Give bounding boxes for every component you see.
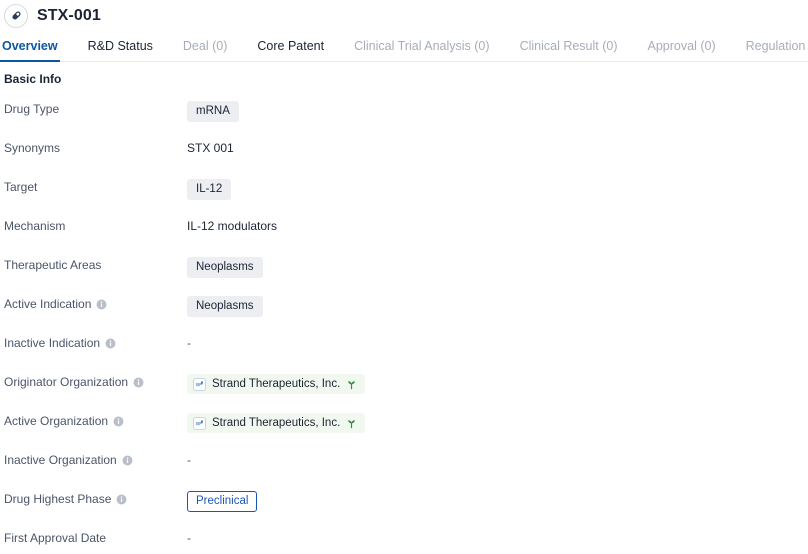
info-row-label: Originator Organization [4,373,187,390]
info-row-value: - [187,334,808,351]
tab-approval[interactable]: Approval (0) [648,39,716,61]
info-row: Mechanism IL-12 modulators [4,217,808,256]
info-row-label-text: Active Indication [4,297,92,311]
info-row-label-text: Inactive Indication [4,336,101,350]
page-header: STX-001 [0,0,808,31]
info-row-label: Inactive Indication [4,334,187,351]
section-title-basic-info: Basic Info [4,72,62,86]
info-row: Therapeutic Areas Neoplasms [4,256,808,295]
info-row-value: mRNA [187,100,808,122]
tab-regulation[interactable]: Regulation (0) [746,39,808,61]
info-row-label: Therapeutic Areas [4,256,187,273]
tab-rd-status[interactable]: R&D Status [88,39,153,61]
tab-deal[interactable]: Deal (0) [183,39,227,61]
info-row-value: - [187,529,808,546]
organization-name: Strand Therapeutics, Inc. [212,417,341,429]
pill-icon [4,3,28,28]
organization-chip[interactable]: Strand Therapeutics, Inc. [187,374,366,394]
info-row: Synonyms STX 001 [4,139,808,178]
value-chip[interactable]: mRNA [187,101,239,122]
tab-clinical-result[interactable]: Clinical Result (0) [520,39,618,61]
info-row-label: First Approval Date [4,529,187,546]
info-row-label: Target [4,178,187,195]
organization-chip[interactable]: Strand Therapeutics, Inc. [187,413,366,433]
drug-phase-badge[interactable]: Preclinical [187,491,258,512]
tab-overview[interactable]: Overview [0,39,60,62]
tab-clinical-trial-analysis[interactable]: Clinical Trial Analysis (0) [354,39,489,61]
info-row-label-text: Active Organization [4,414,109,428]
info-icon[interactable] [116,494,127,505]
info-row: Active Indication Neoplasms [4,295,808,334]
info-row: Active Organization Strand Therapeutics, … [4,412,808,451]
sprout-icon [346,379,357,390]
info-row-label: Mechanism [4,217,187,234]
info-row-label-text: First Approval Date [4,531,107,545]
info-row-value: Strand Therapeutics, Inc. [187,373,808,394]
info-row-label-text: Drug Type [4,102,60,116]
info-row-value: Neoplasms [187,295,808,317]
text-value: STX 001 [187,141,234,155]
page-title: STX-001 [37,6,101,24]
tab-bar: Overview R&D Status Deal (0) Core Patent… [0,31,808,62]
info-row: Target IL-12 [4,178,808,217]
tab-core-patent[interactable]: Core Patent [257,39,324,61]
info-row-label: Synonyms [4,139,187,156]
info-row-value: Neoplasms [187,256,808,278]
info-row: First Approval Date - [4,529,808,554]
value-chip[interactable]: Neoplasms [187,257,263,278]
empty-value: - [187,453,191,467]
empty-value: - [187,531,191,545]
info-row-label: Active Organization [4,412,187,429]
value-chip[interactable]: IL-12 [187,179,232,200]
info-icon[interactable] [122,455,133,466]
info-row-value: IL-12 [187,178,808,200]
info-row-label-text: Drug Highest Phase [4,492,112,506]
empty-value: - [187,336,191,350]
info-icon[interactable] [113,416,124,427]
info-icon[interactable] [96,299,107,310]
info-icon[interactable] [105,338,116,349]
info-row-label-text: Therapeutic Areas [4,258,102,272]
info-row-value: IL-12 modulators [187,217,808,234]
organization-name: Strand Therapeutics, Inc. [212,378,341,390]
info-row: Inactive Organization - [4,451,808,490]
basic-info-rows: Drug Type mRNA Synonyms STX 001 Target IL-12 M… [4,100,808,554]
info-row-value: Strand Therapeutics, Inc. [187,412,808,433]
organization-logo-icon [193,416,206,430]
info-row-label-text: Inactive Organization [4,453,117,467]
info-row: Drug Highest Phase Preclinical [4,490,808,529]
info-row-label: Drug Type [4,100,187,117]
info-row-label: Drug Highest Phase [4,490,187,507]
overview-panel: Basic Info Drug Type mRNA Synonyms STX 001 T… [0,62,808,554]
text-value: IL-12 modulators [187,219,278,233]
info-row-label: Active Indication [4,295,187,312]
info-row-label-text: Originator Organization [4,375,129,389]
info-row-label-text: Synonyms [4,141,61,155]
info-row-value: - [187,451,808,468]
organization-logo-icon [193,377,206,391]
info-row-value: Preclinical [187,490,808,512]
info-icon[interactable] [133,377,144,388]
value-chip[interactable]: Neoplasms [187,296,263,317]
info-row-label: Inactive Organization [4,451,187,468]
info-row: Inactive Indication - [4,334,808,373]
info-row-label-text: Target [4,180,38,194]
info-row-label-text: Mechanism [4,219,66,233]
info-row: Originator Organization Strand Therapeuti… [4,373,808,412]
sprout-icon [346,418,357,429]
info-row: Drug Type mRNA [4,100,808,139]
info-row-value: STX 001 [187,139,808,156]
